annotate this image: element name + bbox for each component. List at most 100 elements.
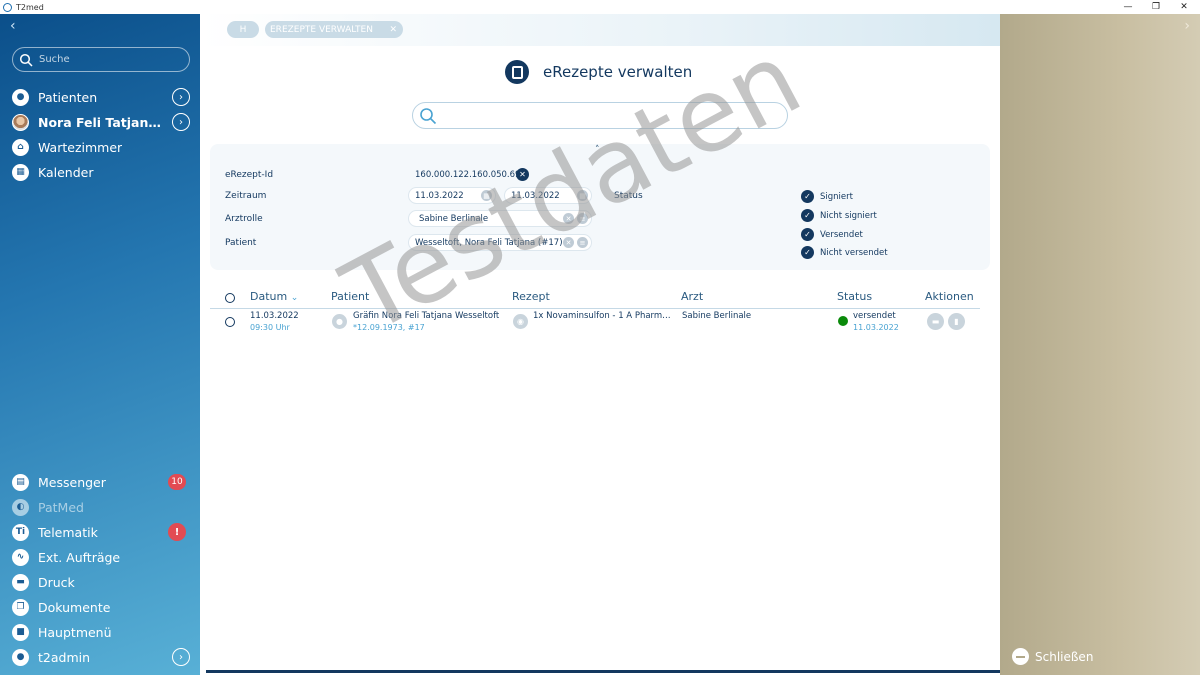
calendar-icon[interactable]: ▦ <box>481 190 492 201</box>
warning-icon: ! <box>168 523 186 541</box>
sidebar-item-kalender[interactable]: ▦ Kalender <box>12 162 190 182</box>
sidebar-item-label: Patienten <box>38 89 98 105</box>
minus-circle-icon <box>1012 648 1029 665</box>
date-to-value: 11.03.2022 <box>511 190 560 201</box>
status-checkbox-versendet[interactable]: ✓ Versendet <box>801 228 863 241</box>
eye-icon[interactable]: ◉ <box>513 314 528 329</box>
patient-value: Wesseltoft, Nora Feli Tatjana (#17) <box>415 237 563 248</box>
sidebar-item-label: Hauptmenü <box>38 624 112 640</box>
main-search-input[interactable] <box>445 108 765 123</box>
arztrolle-value: Sabine Berlinale <box>419 213 489 224</box>
clear-erezept-id-icon[interactable]: ✕ <box>516 168 529 181</box>
clear-icon[interactable]: ✕ <box>563 213 574 224</box>
check-icon: ✓ <box>801 209 814 222</box>
sidebar-item-druck[interactable]: ▬ Druck <box>12 572 190 592</box>
sidebar-item-wartezimmer[interactable]: ⌂ Wartezimmer <box>12 137 190 157</box>
status-checkbox-nicht-versendet[interactable]: ✓ Nicht versendet <box>801 246 888 259</box>
chat-icon: ▤ <box>12 473 29 491</box>
avatar <box>12 113 29 131</box>
prescription-icon <box>505 60 529 84</box>
date-from-value: 11.03.2022 <box>415 190 464 201</box>
clear-icon[interactable]: ✕ <box>563 237 574 248</box>
close-button-label: Schließen <box>1035 649 1094 664</box>
restore-button[interactable]: ❐ <box>1143 0 1169 14</box>
telematik-icon: Ti <box>12 523 29 541</box>
column-header-rezept: Rezept <box>512 290 550 303</box>
window-title: T2med <box>16 2 44 12</box>
sidebar-search[interactable] <box>12 47 190 72</box>
waiting-room-icon: ⌂ <box>12 138 29 156</box>
status-checkbox-nicht-signiert[interactable]: ✓ Nicht signiert <box>801 209 877 222</box>
arztrolle-label: Arztrolle <box>225 214 263 224</box>
minimize-button[interactable]: — <box>1115 0 1141 14</box>
sidebar-item-patienten[interactable]: ● Patienten › <box>12 87 190 107</box>
page-title: eRezepte verwalten <box>505 60 692 84</box>
briefcase-icon: ■ <box>12 623 29 641</box>
sidebar-item-ext-auftraege[interactable]: ∿ Ext. Aufträge <box>12 547 190 567</box>
sidebar-item-label: Kalender <box>38 164 94 180</box>
column-header-aktionen: Aktionen <box>925 290 974 303</box>
messenger-count-badge: 10 <box>168 474 186 490</box>
header-divider <box>210 308 980 309</box>
sidebar-item-current-patient[interactable]: Nora Feli Tatjana Wesselt › <box>12 112 190 132</box>
printer-icon: ▬ <box>12 573 29 591</box>
list-icon[interactable]: ≡ <box>577 213 588 224</box>
sidebar-item-label: Telematik <box>38 524 98 540</box>
status-checkbox-signiert[interactable]: ✓ Signiert <box>801 190 853 203</box>
patient-field[interactable]: Wesseltoft, Nora Feli Tatjana (#17) ✕ ≡ <box>408 234 592 251</box>
tab-strip: H EREZEPTE VERWALTEN ✕ <box>200 14 1000 46</box>
sidebar-item-messenger[interactable]: ▤ Messenger 10 <box>12 472 190 492</box>
collapse-sidebar-icon[interactable]: ‹ <box>10 18 16 34</box>
tab-label: EREZEPTE VERWALTEN <box>270 24 373 35</box>
person-icon: ● <box>12 88 29 106</box>
column-header-status: Status <box>837 290 873 303</box>
sidebar-item-label: Wartezimmer <box>38 139 123 155</box>
row-patient-sub: *12.09.1973, #17 <box>353 323 425 332</box>
arztrolle-field[interactable]: Sabine Berlinale ✕ ≡ <box>408 210 592 227</box>
select-all-radio[interactable] <box>225 293 235 303</box>
column-header-arzt: Arzt <box>681 290 704 303</box>
erezept-id-value: 160.000.122.160.050.69 <box>415 170 521 180</box>
tab-erezepte-verwalten[interactable]: EREZEPTE VERWALTEN ✕ <box>265 21 403 38</box>
app-logo-icon <box>3 2 12 12</box>
expand-right-panel-icon[interactable]: › <box>1184 18 1190 34</box>
row-status-date: 11.03.2022 <box>853 323 899 332</box>
close-tab-icon[interactable]: ✕ <box>389 25 397 35</box>
row-arzt: Sabine Berlinale <box>682 311 752 321</box>
chevron-right-icon[interactable]: › <box>172 648 190 666</box>
row-select-radio[interactable] <box>225 317 235 327</box>
sidebar-item-t2admin[interactable]: ● t2admin › <box>12 647 190 667</box>
sidebar-item-telematik[interactable]: Ti Telematik ! <box>12 522 190 542</box>
sidebar-item-patmed[interactable]: ◐ PatMed <box>12 497 190 517</box>
trash-icon[interactable]: ▮ <box>948 313 965 330</box>
chevron-right-icon[interactable]: › <box>172 113 190 131</box>
close-window-button[interactable]: ✕ <box>1171 0 1197 14</box>
pulse-icon: ∿ <box>12 548 29 566</box>
sidebar-item-dokumente[interactable]: ❐ Dokumente <box>12 597 190 617</box>
sidebar-item-label: PatMed <box>38 499 84 515</box>
user-icon: ● <box>12 648 29 666</box>
collapse-filter-icon[interactable]: ˄ <box>595 145 600 155</box>
app-window: T2med — ❐ ✕ ‹ ● Patienten › Nora Feli Ta… <box>0 0 1200 675</box>
calendar-icon[interactable]: ▦ <box>577 190 588 201</box>
close-button[interactable]: Schließen <box>1012 648 1093 665</box>
date-to-field[interactable]: 11.03.2022 ▦ <box>504 187 592 204</box>
row-patient-name: Gräfin Nora Feli Tatjana Wesseltoft <box>353 311 500 321</box>
sidebar-item-label: Nora Feli Tatjana Wesselt <box>38 114 168 130</box>
row-time: 09:30 Uhr <box>250 323 290 332</box>
chevron-right-icon[interactable]: › <box>172 88 190 106</box>
documents-icon: ❐ <box>12 598 29 616</box>
print-icon[interactable]: ▬ <box>927 313 944 330</box>
list-icon[interactable]: ≡ <box>577 237 588 248</box>
sidebar-search-input[interactable] <box>39 54 179 65</box>
date-from-field[interactable]: 11.03.2022 ▦ <box>408 187 496 204</box>
column-header-datum[interactable]: Datum ⌄ <box>250 290 298 303</box>
sidebar-item-hauptmenue[interactable]: ■ Hauptmenü <box>12 622 190 642</box>
search-icon <box>420 107 437 124</box>
erezept-id-label: eRezept-Id <box>225 170 274 180</box>
sidebar: ‹ ● Patienten › Nora Feli Tatjana Wessel… <box>0 14 200 675</box>
main-search[interactable] <box>412 102 788 129</box>
calendar-icon: ▦ <box>12 163 29 181</box>
status-label: Status <box>614 191 643 201</box>
tab-home[interactable]: H <box>227 21 259 38</box>
